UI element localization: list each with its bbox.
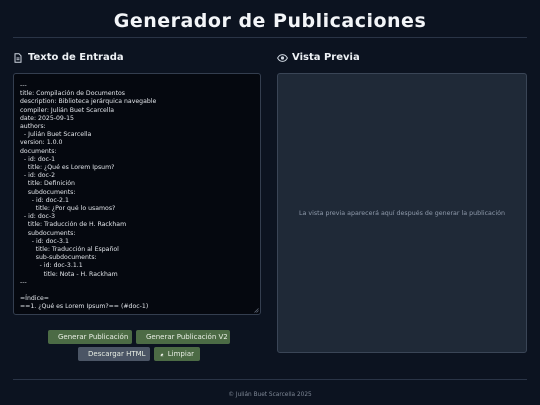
footer-text: © Julián Buet Scarcella 2025 xyxy=(228,392,312,398)
page-title: Generador de Publicaciones xyxy=(113,10,427,32)
generate-v2-button-label: Generar Publicación V2 xyxy=(146,333,228,341)
eye-icon xyxy=(277,53,288,63)
resize-handle-icon[interactable] xyxy=(254,308,259,313)
input-textarea[interactable]: --- title: Compilación de Documentos des… xyxy=(13,73,261,315)
input-panel-header: Texto de Entrada xyxy=(13,52,124,63)
download-html-button[interactable]: Descargar HTML xyxy=(78,347,150,361)
preview-panel-title: Vista Previa xyxy=(292,52,360,63)
preview-placeholder: La vista previa aparecerá aquí después d… xyxy=(299,209,505,217)
header-divider xyxy=(13,37,527,38)
input-text: --- title: Compilación de Documentos des… xyxy=(20,82,157,311)
generate-button-label: Generar Publicación xyxy=(58,333,129,341)
generate-v2-button[interactable]: Generar Publicación V2 xyxy=(136,330,230,344)
generate-button[interactable]: Generar Publicación xyxy=(48,330,132,344)
preview-panel-header: Vista Previa xyxy=(277,52,360,63)
preview-area: La vista previa aparecerá aquí después d… xyxy=(277,73,527,353)
input-panel-title: Texto de Entrada xyxy=(28,52,124,63)
download-button-label: Descargar HTML xyxy=(88,350,146,358)
file-icon xyxy=(13,52,23,63)
footer-divider xyxy=(13,379,527,380)
eraser-icon xyxy=(160,352,164,356)
clear-button-label: Limpiar xyxy=(167,350,194,358)
clear-button[interactable]: Limpiar xyxy=(154,347,200,361)
